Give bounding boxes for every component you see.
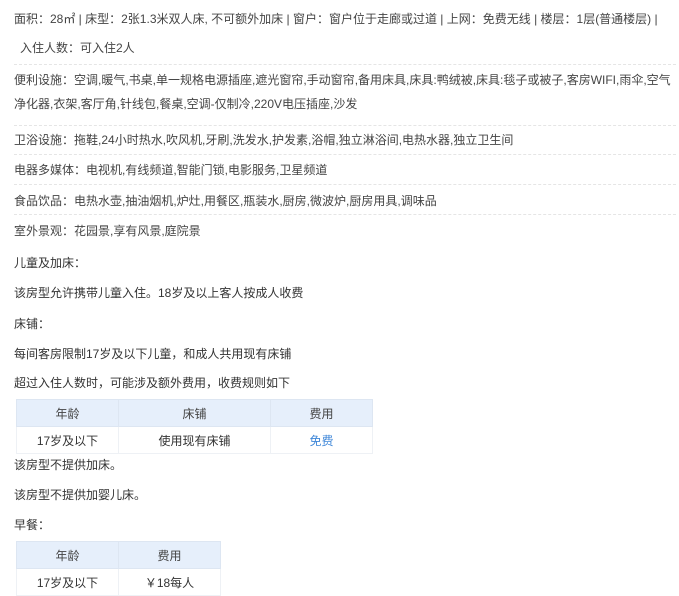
no-extra-bed-text: 该房型不提供加床。: [14, 458, 123, 472]
divider: [14, 184, 676, 185]
table-cell: 17岁及以下: [16, 568, 119, 596]
table-row: 17岁及以下 使用现有床铺 免费: [16, 426, 373, 454]
table-row: 17岁及以下 ￥18每人: [16, 568, 221, 596]
amenity-label: 食品饮品：: [14, 194, 75, 208]
amenity-value: 花园景,享有风景,庭院景: [74, 224, 201, 238]
bed-fee-table: 年龄 床铺 费用 17岁及以下 使用现有床铺 免费: [16, 399, 373, 454]
amenity-value: 电热水壶,抽油烟机,炉灶,用餐区,瓶装水,厨房,微波炉,厨房用具,调味品: [74, 194, 437, 208]
table-header: 费用: [270, 399, 373, 427]
table-header: 年龄: [16, 541, 119, 569]
amenity-label: 卫浴设施：: [14, 133, 75, 147]
divider: [14, 154, 676, 155]
amenity-label: 室外景观：: [14, 224, 75, 238]
table-header: 床铺: [118, 399, 271, 427]
amenity-value: 空调,暖气,书桌,单一规格电源插座,遮光窗帘,手动窗帘,备用床具,床具:鸭绒被,…: [14, 73, 671, 111]
amenity-value: 拖鞋,24小时热水,吹风机,牙刷,洗发水,护发素,浴帽,独立淋浴间,电热水器,独…: [74, 133, 514, 147]
divider: [14, 214, 676, 215]
divider: [14, 64, 676, 65]
amenity-bathroom: 卫浴设施：拖鞋,24小时热水,吹风机,牙刷,洗发水,护发素,浴帽,独立淋浴间,电…: [14, 128, 676, 152]
no-crib-text: 该房型不提供加婴儿床。: [14, 488, 147, 502]
amenity-label: 便利设施：: [14, 73, 75, 87]
bed-title: 床铺：: [14, 317, 51, 331]
amenity-convenience: 便利设施：空调,暖气,书桌,单一规格电源插座,遮光窗帘,手动窗帘,备用床具,床具…: [14, 68, 676, 116]
amenity-food: 食品饮品：电热水壶,抽油烟机,炉灶,用餐区,瓶装水,厨房,微波炉,厨房用具,调味…: [14, 189, 676, 213]
table-header-row: 年龄 床铺 费用: [16, 399, 373, 427]
amenity-label: 电器多媒体：: [14, 163, 87, 177]
table-header-row: 年龄 费用: [16, 541, 221, 569]
table-header: 费用: [118, 541, 221, 569]
bed-text: 每间客房限制17岁及以下儿童，和成人共用现有床铺: [14, 347, 292, 361]
table-cell: 17岁及以下: [16, 426, 119, 454]
table-cell: ￥18每人: [118, 568, 221, 596]
children-title: 儿童及加床：: [14, 256, 87, 270]
amenity-value: 电视机,有线频道,智能门锁,电影服务,卫星频道: [86, 163, 328, 177]
breakfast-title: 早餐：: [14, 518, 51, 532]
divider: [14, 125, 676, 126]
breakfast-fee-table: 年龄 费用 17岁及以下 ￥18每人: [16, 541, 221, 596]
extra-fee-text: 超过入住人数时，可能涉及额外费用，收费规则如下: [14, 376, 291, 390]
amenity-electronics: 电器多媒体：电视机,有线频道,智能门锁,电影服务,卫星频道: [14, 158, 676, 182]
table-header: 年龄: [16, 399, 119, 427]
children-text: 该房型允许携带儿童入住。18岁及以上客人按成人收费: [14, 286, 304, 300]
room-summary-line1: 面积：28㎡ | 床型：2张1.3米双人床, 不可额外加床 | 窗户：窗户位于走…: [14, 12, 658, 26]
amenity-view: 室外景观：花园景,享有风景,庭院景: [14, 219, 676, 243]
room-summary-occupancy: 入住人数：可入住2人: [20, 41, 135, 55]
fee-free-link[interactable]: 免费: [270, 426, 373, 454]
table-cell: 使用现有床铺: [118, 426, 271, 454]
